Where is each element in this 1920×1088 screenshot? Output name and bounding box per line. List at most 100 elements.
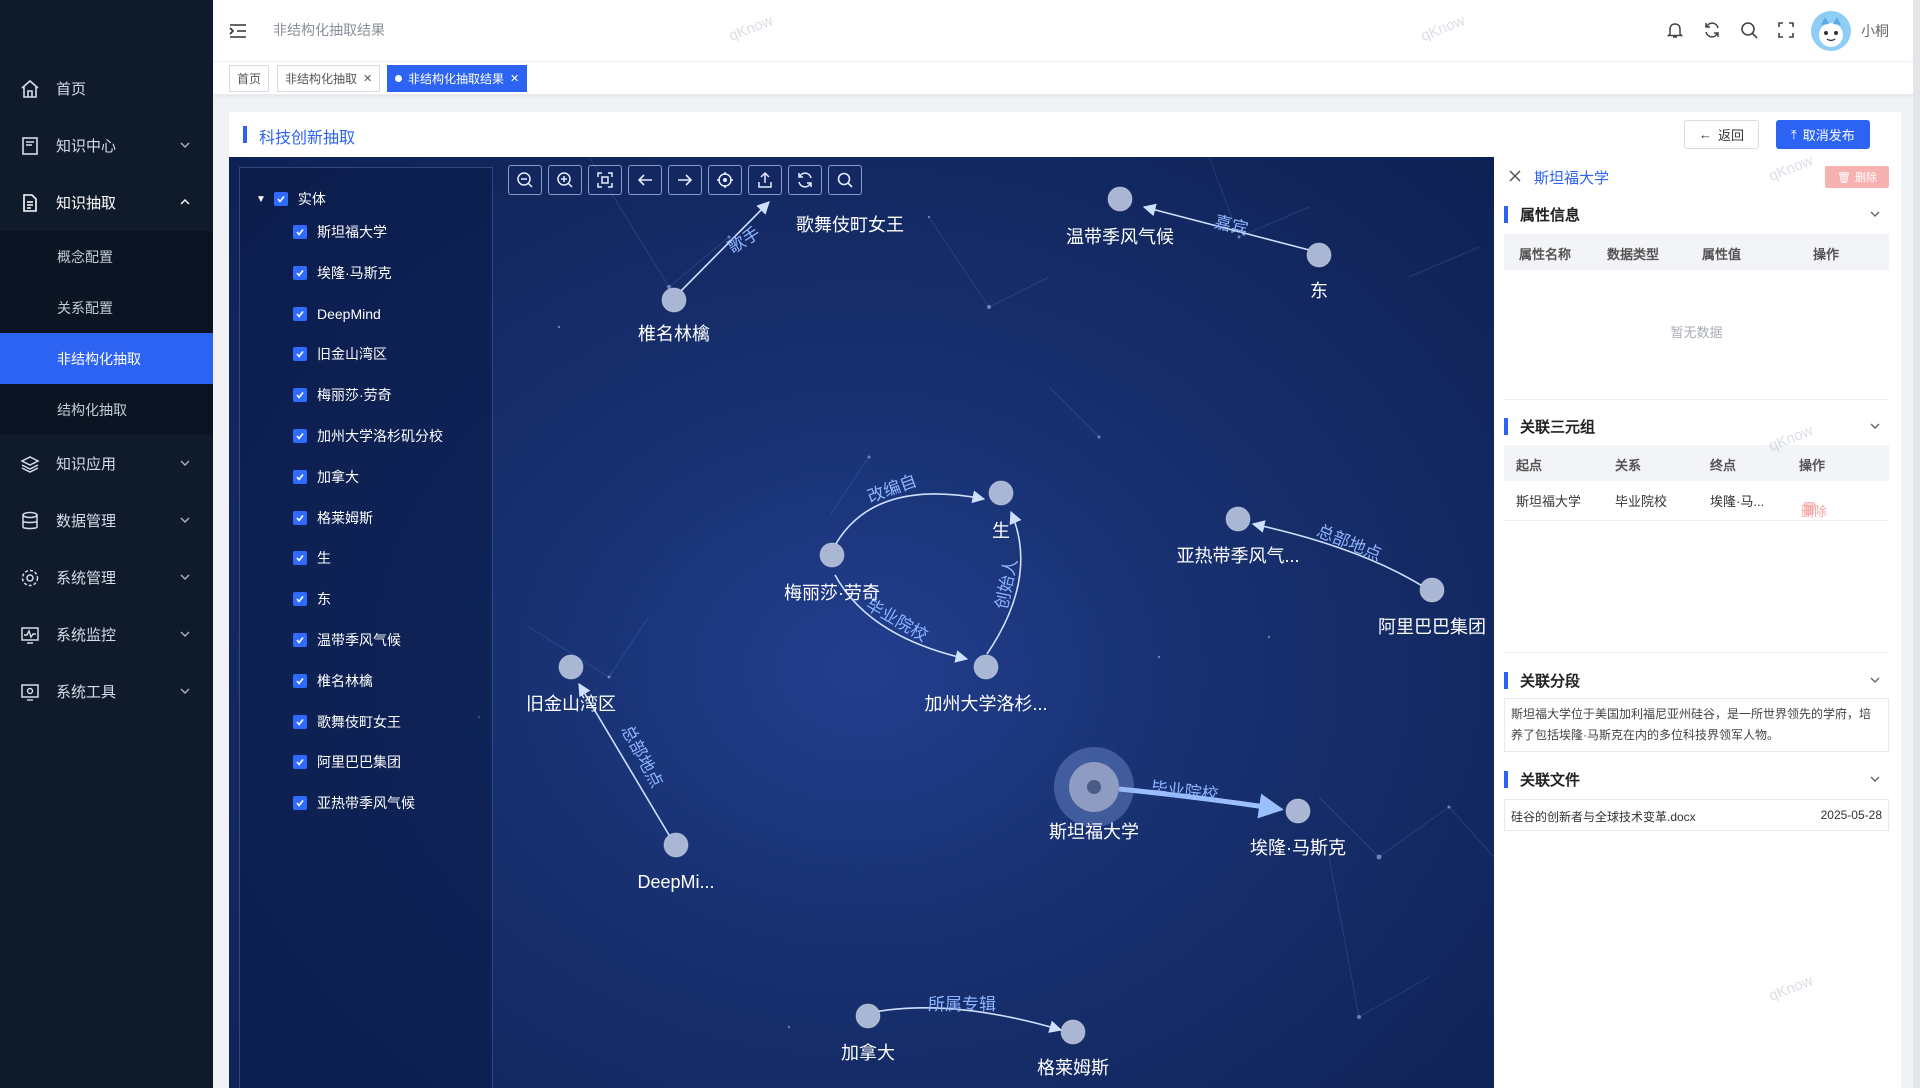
graph-edge[interactable] [832,494,984,551]
checkbox[interactable] [293,429,307,443]
search-graph-button[interactable] [828,165,862,195]
graph-node[interactable] [856,1004,880,1028]
graph-node[interactable] [559,655,583,679]
sidebar-subitem-concept-config[interactable]: 概念配置 [0,231,213,282]
sidebar-subitem-unstructured-extraction[interactable]: 非结构化抽取 [0,333,213,384]
tree-item[interactable]: 椎名林檎 [293,671,373,691]
checkbox[interactable] [293,511,307,525]
graph-node-selected[interactable] [1054,747,1134,827]
graph-node[interactable] [662,288,686,312]
checkbox[interactable] [293,470,307,484]
graph-node[interactable] [974,655,998,679]
graph-node[interactable] [989,481,1013,505]
graph-node[interactable] [820,543,844,567]
graph-node[interactable] [1307,243,1331,267]
tree-item[interactable]: 旧金山湾区 [293,344,387,364]
section-files-header[interactable]: 关联文件 [1504,768,1889,790]
back-button[interactable]: ←返回 [1684,120,1759,149]
locate-button[interactable] [708,165,742,195]
fit-view-button[interactable] [588,165,622,195]
sidebar-item-system-tools[interactable]: 系统工具 [0,663,213,720]
unpublish-button[interactable]: ⤒取消发布 [1776,120,1870,149]
sidebar-item-knowledge-extraction[interactable]: 知识抽取 [0,174,213,231]
tree-item[interactable]: 东 [293,589,331,609]
graph-node[interactable] [1061,1020,1085,1044]
chevron-down-icon[interactable] [1869,208,1881,220]
tree-item[interactable]: 格莱姆斯 [293,508,373,528]
tree-item[interactable]: 加州大学洛杉矶分校 [293,426,443,446]
sidebar-item-system-management[interactable]: 系统管理 [0,549,213,606]
checkbox[interactable] [274,192,288,206]
checkbox[interactable] [293,347,307,361]
tab-unstructured-extraction[interactable]: 非结构化抽取✕ [277,65,380,92]
tree-item[interactable]: 歌舞伎町女王 [293,712,401,732]
chevron-down-icon[interactable] [1869,420,1881,432]
sidebar-item-knowledge-center[interactable]: 知识中心 [0,117,213,174]
graph-node[interactable] [1108,187,1132,211]
avatar[interactable] [1811,11,1851,51]
section-segments-header[interactable]: 关联分段 [1504,669,1889,691]
graph-node[interactable] [1286,799,1310,823]
tree-item[interactable]: 亚热带季风气候 [293,793,415,813]
chevron-down-icon[interactable] [1869,773,1881,785]
checkbox[interactable] [293,796,307,810]
file-row[interactable]: 硅谷的创新者与全球技术变革.docx 2025-05-28 [1504,799,1889,831]
graph-node[interactable] [1226,507,1250,531]
zoom-in-button[interactable] [548,165,582,195]
fullscreen-icon[interactable] [1774,18,1798,42]
checkbox[interactable] [293,715,307,729]
checkbox[interactable] [293,266,307,280]
knowledge-graph-canvas[interactable]: 歌手 嘉宾 改编自 毕业院校 创始人 总部地点 总部地点 毕业院校 所属专辑 [229,157,1494,1088]
tab-home[interactable]: 首页 [229,65,269,92]
close-icon[interactable]: ✕ [363,72,372,85]
checkbox[interactable] [293,755,307,769]
tree-root[interactable]: ▼ 实体 [256,189,326,209]
redo-button[interactable] [668,165,702,195]
checkbox[interactable] [293,307,307,321]
checkbox[interactable] [293,592,307,606]
checkbox[interactable] [293,225,307,239]
checkbox[interactable] [293,551,307,565]
graph-node[interactable] [664,833,688,857]
caret-down-icon[interactable]: ▼ [256,194,266,205]
section-triples-header[interactable]: 关联三元组 [1504,415,1889,437]
sidebar-item-home[interactable]: 首页 [0,60,213,117]
sidebar-subitem-structured-extraction[interactable]: 结构化抽取 [0,384,213,435]
export-button[interactable] [748,165,782,195]
menu-collapse-icon[interactable] [227,20,249,42]
page-scrollbar[interactable] [1913,0,1920,1088]
refresh-icon[interactable] [1700,18,1724,42]
sidebar-subitem-relation-config[interactable]: 关系配置 [0,282,213,333]
tree-item[interactable]: 埃隆·马斯克 [293,263,392,283]
undo-button[interactable] [628,165,662,195]
bell-icon[interactable] [1663,18,1687,42]
graph-edge[interactable] [674,202,769,298]
tab-label: 非结构化抽取结果 [408,70,504,87]
checkbox[interactable] [293,388,307,402]
chevron-down-icon[interactable] [1869,674,1881,686]
sidebar-item-data-management[interactable]: 数据管理 [0,492,213,549]
file-name[interactable]: 硅谷的创新者与全球技术变革.docx [1511,808,1696,825]
chevron-down-icon [179,457,191,469]
tab-unstructured-extraction-result[interactable]: 非结构化抽取结果 ✕ [387,65,527,92]
tree-item[interactable]: 梅丽莎·劳奇 [293,385,392,405]
refresh-graph-button[interactable] [788,165,822,195]
delete-entity-button[interactable]: 🗑删除 [1825,166,1889,188]
checkbox[interactable] [293,633,307,647]
search-icon[interactable] [1737,18,1761,42]
tree-item[interactable]: 温带季风气候 [293,630,401,650]
sidebar-item-system-monitor[interactable]: 系统监控 [0,606,213,663]
tree-item[interactable]: DeepMind [293,304,381,324]
tree-item[interactable]: 斯坦福大学 [293,222,387,242]
checkbox[interactable] [293,674,307,688]
tree-item[interactable]: 生 [293,548,331,568]
tree-item[interactable]: 加拿大 [293,467,359,487]
zoom-out-button[interactable] [508,165,542,195]
tree-item[interactable]: 阿里巴巴集团 [293,752,401,772]
section-attributes-header[interactable]: 属性信息 [1504,203,1889,225]
username[interactable]: 小桐 [1861,21,1889,41]
close-icon[interactable] [1508,169,1522,183]
close-icon[interactable]: ✕ [510,72,519,85]
graph-node[interactable] [1420,578,1444,602]
sidebar-item-knowledge-application[interactable]: 知识应用 [0,435,213,492]
